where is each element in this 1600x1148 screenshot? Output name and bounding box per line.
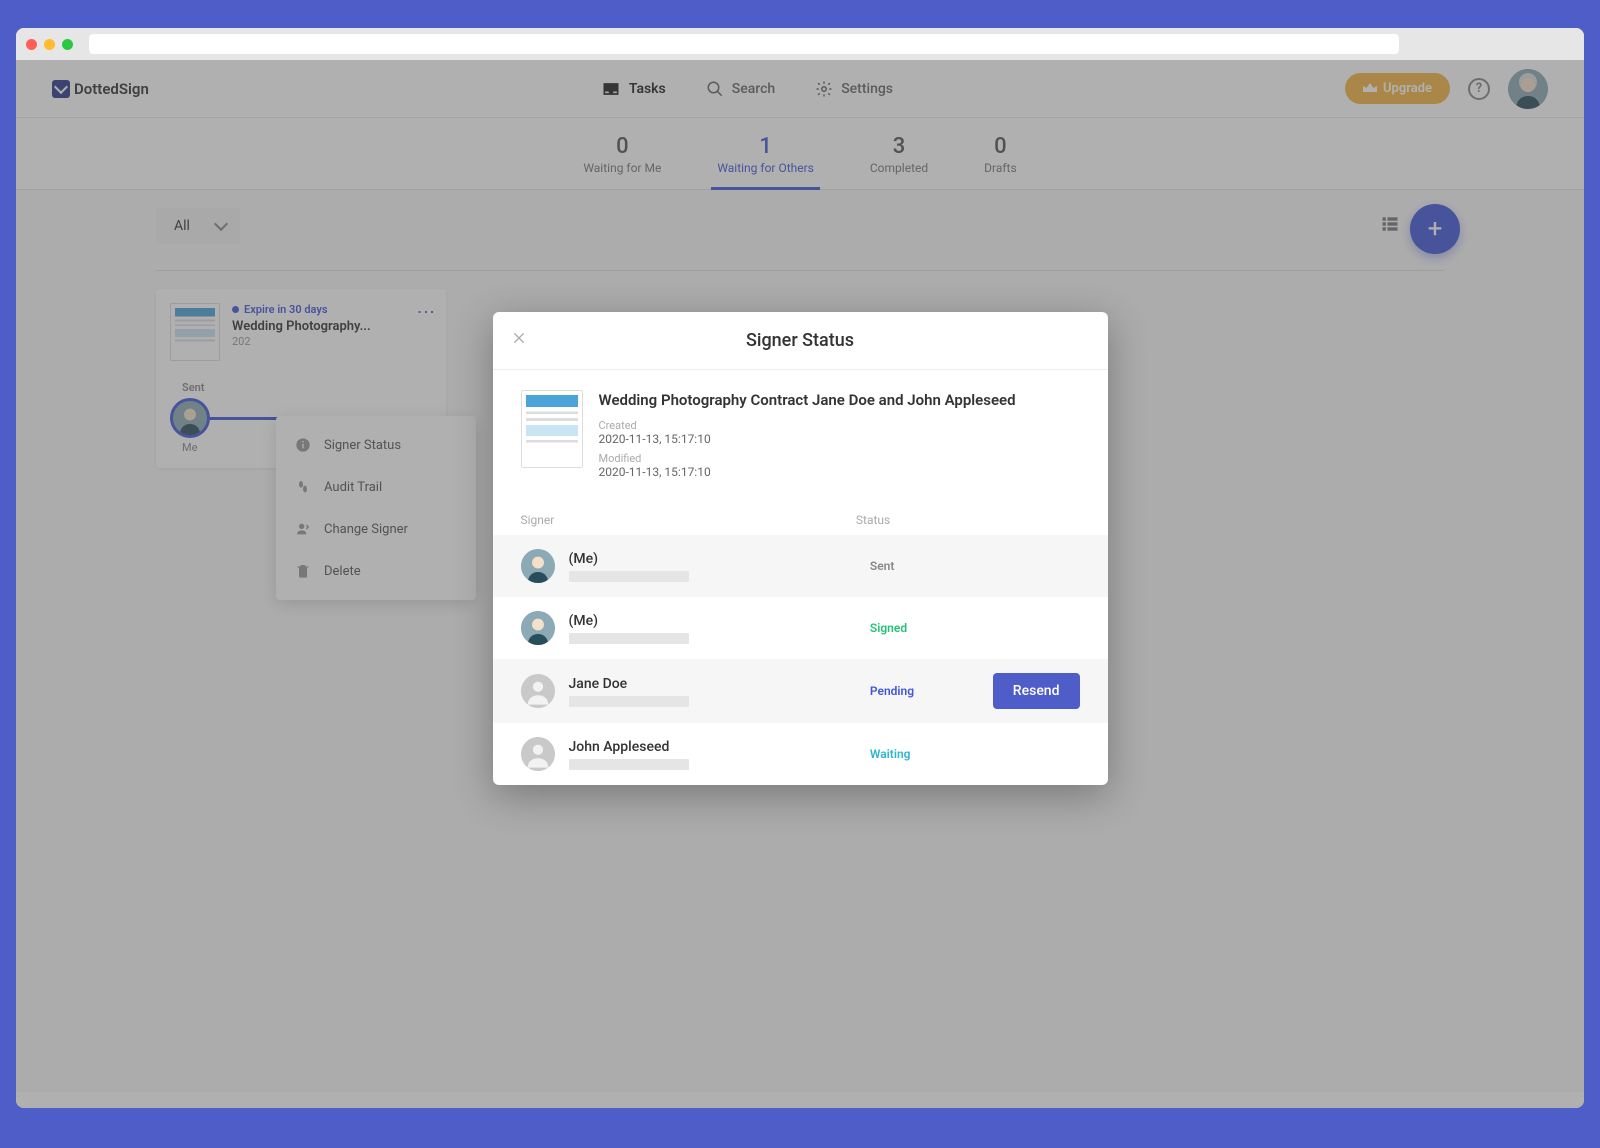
- modal-header: Signer Status: [493, 312, 1108, 370]
- traffic-lights: [26, 39, 73, 50]
- avatar-icon: [521, 611, 555, 645]
- close-icon: [511, 330, 527, 346]
- signer-name: (Me): [569, 551, 856, 567]
- generic-avatar-icon: [521, 674, 555, 708]
- url-bar[interactable]: [89, 34, 1399, 54]
- signer-status: Sent: [870, 559, 1080, 573]
- signer-avatar: [521, 549, 555, 583]
- modal-title: Signer Status: [493, 330, 1108, 351]
- signer-row: (Me) Signed: [493, 597, 1108, 659]
- signer-name: John Appleseed: [569, 739, 856, 755]
- generic-avatar-icon: [521, 737, 555, 771]
- resend-button[interactable]: Resend: [993, 673, 1080, 709]
- signer-status: Pending: [870, 684, 979, 698]
- modal-close-button[interactable]: [511, 330, 527, 351]
- signer-status: Signed: [870, 621, 1080, 635]
- signer-row: Jane Doe Pending Resend: [493, 659, 1108, 723]
- modal-document-title: Wedding Photography Contract Jane Doe an…: [599, 390, 1016, 411]
- app-window: DottedSign Tasks Search Settings: [16, 28, 1584, 1108]
- signer-avatar: [521, 737, 555, 771]
- modal-document-info: Wedding Photography Contract Jane Doe an…: [493, 370, 1108, 505]
- signer-row: John Appleseed Waiting: [493, 723, 1108, 785]
- modified-label: Modified: [599, 452, 1016, 465]
- signer-row: (Me) Sent: [493, 535, 1108, 597]
- signer-info: Jane Doe: [569, 676, 856, 707]
- modal-doc-meta: Wedding Photography Contract Jane Doe an…: [599, 390, 1016, 485]
- col-signer-label: Signer: [521, 513, 856, 527]
- created-label: Created: [599, 419, 1016, 432]
- signer-name: (Me): [569, 613, 856, 629]
- modified-value: 2020-11-13, 15:17:10: [599, 465, 1016, 479]
- modal-thumbnail: [521, 390, 583, 468]
- app-body: DottedSign Tasks Search Settings: [16, 60, 1584, 1108]
- minimize-window-icon[interactable]: [44, 39, 55, 50]
- window-titlebar: [16, 28, 1584, 60]
- signer-info: (Me): [569, 613, 856, 644]
- signer-table-header: Signer Status: [493, 505, 1108, 535]
- maximize-window-icon[interactable]: [62, 39, 73, 50]
- signer-name: Jane Doe: [569, 676, 856, 692]
- signer-info: John Appleseed: [569, 739, 856, 770]
- signer-email-redacted: [569, 633, 689, 644]
- signer-email-redacted: [569, 571, 689, 582]
- signer-email-redacted: [569, 759, 689, 770]
- col-status-label: Status: [856, 513, 1080, 527]
- signer-avatar: [521, 674, 555, 708]
- modal-overlay[interactable]: Signer Status Wedding Photography Contra…: [16, 60, 1584, 1108]
- close-window-icon[interactable]: [26, 39, 37, 50]
- avatar-icon: [521, 549, 555, 583]
- signer-info: (Me): [569, 551, 856, 582]
- signer-rows: (Me)Sent(Me)SignedJane DoePendingResendJ…: [493, 535, 1108, 785]
- signer-email-redacted: [569, 696, 689, 707]
- signer-avatar: [521, 611, 555, 645]
- signer-status-modal: Signer Status Wedding Photography Contra…: [493, 312, 1108, 785]
- created-value: 2020-11-13, 15:17:10: [599, 432, 1016, 446]
- signer-status: Waiting: [870, 747, 1080, 761]
